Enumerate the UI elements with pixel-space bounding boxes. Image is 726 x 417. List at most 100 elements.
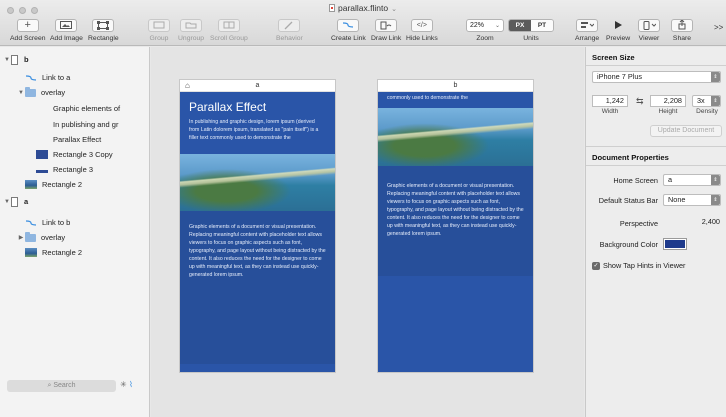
screen-a-artboard[interactable]: ⌂ a Parallax Effect In publishing and gr… (179, 79, 336, 373)
link-filter-icon[interactable]: ⌇ (129, 380, 133, 389)
layer-search-input[interactable]: ⌕ Search (7, 380, 116, 392)
layer-text-parallax-effect[interactable]: Parallax Effect (0, 132, 150, 147)
layer-overlay-a[interactable]: ▶ overlay (0, 230, 150, 245)
layer-overlay[interactable]: ▼ overlay (0, 85, 150, 100)
update-document-button[interactable]: Update Document (650, 125, 722, 137)
layer-rectangle-3[interactable]: Rectangle 3 (0, 162, 150, 177)
share-icon (671, 18, 693, 32)
height-field[interactable]: 2,208 (650, 95, 686, 107)
group-button[interactable]: Group (148, 18, 170, 42)
magic-wand-icon[interactable]: ✳ (120, 380, 127, 389)
link-icon (26, 219, 36, 226)
folder-icon (25, 231, 36, 242)
coastline-image (180, 154, 335, 211)
viewer-button[interactable]: Viewer (638, 18, 660, 42)
design-canvas[interactable]: ⌂ a Parallax Effect In publishing and gr… (151, 47, 584, 417)
lower-band (378, 276, 533, 372)
share-button[interactable]: Share (671, 18, 693, 42)
scroll-group-icon (217, 18, 240, 32)
text-layer-icon (36, 120, 48, 129)
select-arrows-icon: ⇕ (711, 72, 720, 82)
disclosure-expanded-icon[interactable]: ▼ (3, 199, 11, 205)
screen-icon (11, 54, 18, 65)
swap-dimensions-icon[interactable]: ⇆ (636, 96, 644, 107)
layer-link-to-b[interactable]: Link to b (0, 215, 150, 230)
toolbar-overflow-button[interactable]: >> (714, 20, 723, 32)
units-control[interactable]: PX PT Units (508, 18, 554, 42)
chevron-down-icon: ⌄ (494, 22, 500, 29)
disclosure-expanded-icon[interactable]: ▼ (17, 90, 25, 96)
draw-link-button[interactable]: Draw Link (371, 18, 401, 42)
create-link-button[interactable]: Create Link (331, 18, 366, 42)
divider (586, 165, 726, 166)
rectangle-button[interactable]: Rectangle (88, 18, 119, 42)
disclosure-expanded-icon[interactable]: ▼ (3, 57, 11, 63)
image-thumbnail-icon (25, 248, 37, 257)
tap-hints-checkbox[interactable]: ✓ (592, 262, 600, 270)
density-label: Density (696, 108, 718, 115)
intro-paragraph: In publishing and graphic design, lorem … (189, 119, 319, 141)
device-select[interactable]: iPhone 7 Plus ⇕ (592, 71, 721, 83)
layers-sidebar: ▼ b Link to a ▼ overlay Graphic elements… (0, 47, 150, 417)
text-overlay: Graphic elements of a document or visual… (180, 211, 335, 364)
layer-screen-a[interactable]: ▼ a (0, 194, 150, 209)
perspective-field[interactable]: 2,400 (663, 217, 723, 229)
layer-link-to-a[interactable]: Link to a (0, 70, 150, 85)
select-arrows-icon: ⇕ (711, 175, 720, 185)
perspective-label: Perspective (619, 219, 658, 228)
screen-a-header: ⌂ a (180, 80, 335, 92)
screen-size-heading: Screen Size (592, 53, 635, 62)
parallax-heading: Parallax Effect (189, 100, 267, 114)
add-screen-button[interactable]: + Add Screen (10, 18, 46, 42)
disclosure-collapsed-icon[interactable]: ▶ (17, 234, 25, 241)
home-screen-label: Home Screen (613, 176, 658, 185)
chevron-down-icon[interactable]: ⌄ (391, 6, 397, 13)
ungroup-button[interactable]: Ungroup (178, 18, 204, 42)
hide-links-button[interactable]: </> Hide Links (406, 18, 438, 42)
rectangle-icon (92, 18, 115, 32)
image-thumbnail-icon (25, 180, 37, 189)
behavior-button[interactable]: Behavior (276, 18, 303, 42)
ungroup-icon (180, 18, 203, 32)
units-px-button[interactable]: PX (509, 19, 531, 31)
color-fill (665, 240, 685, 248)
layer-rectangle-2-a[interactable]: Rectangle 2 (0, 245, 150, 260)
status-bar-select[interactable]: None ⇕ (663, 194, 721, 206)
document-properties-heading: Document Properties (592, 153, 669, 162)
home-screen-select[interactable]: a ⇕ (663, 174, 721, 186)
zoom-select[interactable]: 22% ⌄ (466, 18, 504, 32)
background-color-label: Background Color (599, 240, 658, 249)
density-select[interactable]: 3x ⇕ (692, 95, 721, 107)
window-toolbar: parallax.flinto ⌄ + Add Screen Add Image … (0, 0, 726, 46)
scrolled-text: commonly used to demonstrate the (387, 95, 469, 101)
link-icon (26, 74, 36, 81)
layer-rectangle-2[interactable]: Rectangle 2 (0, 177, 150, 192)
background-color-swatch[interactable] (663, 238, 687, 250)
wand-icon (278, 18, 301, 32)
layer-text-in-publishing[interactable]: In publishing and gr (0, 117, 150, 132)
screen-b-artboard[interactable]: b commonly used to demonstrate the Graph… (377, 79, 534, 373)
select-arrows-icon: ⇕ (711, 96, 720, 106)
home-icon: ⌂ (185, 81, 190, 90)
zoom-control[interactable]: 22% ⌄ Zoom (466, 18, 504, 42)
group-icon (148, 18, 170, 32)
text-layer-icon (36, 135, 48, 144)
inspector-panel: Screen Size iPhone 7 Plus ⇕ 1,242 Width … (585, 47, 726, 417)
status-bar-label: Default Status Bar (598, 196, 658, 205)
select-arrows-icon: ⇕ (711, 195, 720, 205)
add-image-button[interactable]: Add Image (50, 18, 83, 42)
layer-text-graphic-elements[interactable]: Graphic elements of (0, 101, 150, 116)
width-field[interactable]: 1,242 (592, 95, 628, 107)
arrange-button[interactable]: Arrange (575, 18, 599, 42)
units-pt-button[interactable]: PT (531, 19, 553, 31)
play-icon (613, 18, 623, 32)
body-paragraph: Graphic elements of a document or visual… (189, 224, 326, 278)
screen-b-header: b (378, 80, 533, 92)
layer-rectangle-3-copy[interactable]: Rectangle 3 Copy (0, 147, 150, 162)
scroll-group-button[interactable]: Scroll Group (210, 18, 248, 42)
layer-screen-b[interactable]: ▼ b (0, 52, 150, 67)
tap-hints-label: Show Tap Hints in Viewer (603, 261, 686, 270)
divider (586, 65, 726, 66)
preview-button[interactable]: Preview (606, 18, 630, 42)
text-overlay: Graphic elements of a document or visual… (378, 166, 533, 276)
